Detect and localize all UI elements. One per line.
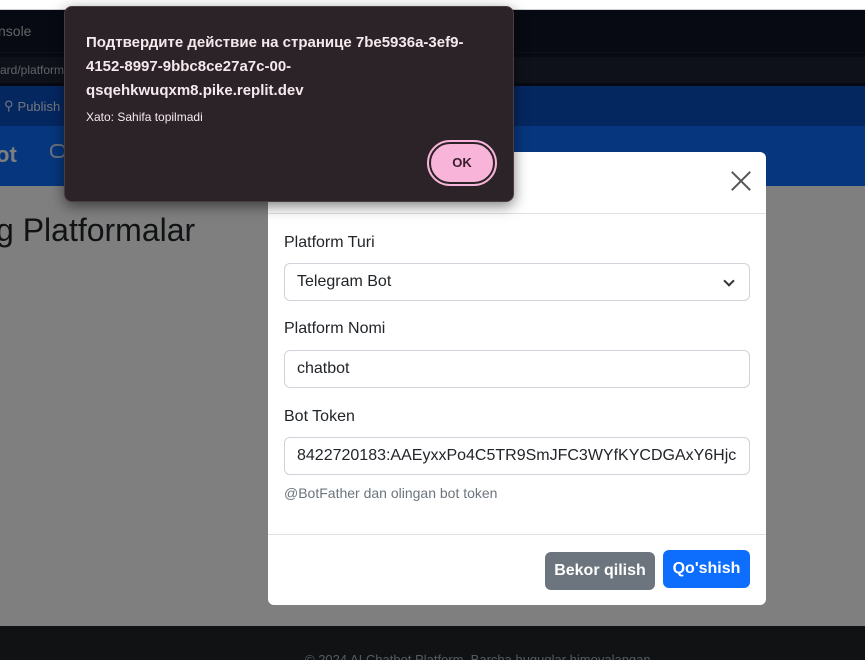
- dialog-title: Подтвердите действие на странице 7be5936…: [86, 34, 464, 99]
- platform-type-select[interactable]: Telegram Bot: [284, 263, 750, 301]
- bot-token-help: @BotFather dan olingan bot token: [284, 485, 498, 501]
- modal-footer: Bekor qilish Qo'shish: [268, 534, 766, 605]
- bot-token-input[interactable]: 8422720183:AAEyxxPo4C5TR9SmJFC3WYfKYCDGA…: [284, 437, 750, 475]
- chevron-down-icon: [723, 275, 735, 287]
- add-button[interactable]: Qo'shish: [663, 550, 750, 588]
- platform-type-label: Platform Turi: [284, 234, 375, 251]
- platform-type-value: Telegram Bot: [297, 273, 392, 290]
- confirm-dialog: Подтвердите действие на странице 7be5936…: [64, 6, 514, 202]
- platform-name-input[interactable]: chatbot: [284, 350, 750, 388]
- ok-button[interactable]: OK: [427, 140, 497, 186]
- bot-token-label: Bot Token: [284, 408, 355, 425]
- add-platform-modal: Platform Turi Telegram Bot Platform Nomi…: [268, 152, 766, 605]
- cancel-button[interactable]: Bekor qilish: [545, 552, 655, 590]
- close-icon[interactable]: [730, 170, 752, 192]
- dialog-message: Xato: Sahifa topilmadi: [86, 110, 203, 124]
- platform-name-label: Platform Nomi: [284, 320, 386, 337]
